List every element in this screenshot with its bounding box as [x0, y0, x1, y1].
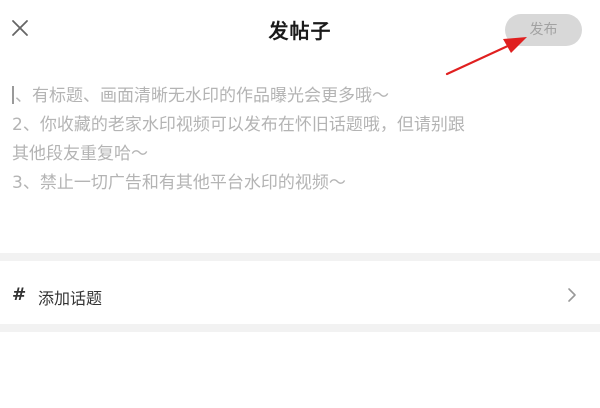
add-topic-label: 添加话题: [38, 289, 103, 308]
chevron-right-icon: [568, 288, 576, 302]
placeholder-line-2: 2、你收藏的老家水印视频可以发布在怀旧话题哦，但请别跟: [12, 115, 465, 135]
app-header: 发帖子 发布: [0, 0, 600, 60]
placeholder-line-4: 3、禁止一切广告和有其他平台水印的视频～: [12, 173, 346, 193]
hash-icon: #: [12, 285, 27, 305]
publish-button[interactable]: 发布: [505, 14, 582, 46]
placeholder-line-3: 其他段友重复哈～: [12, 144, 148, 164]
post-content-textarea[interactable]: 、有标题、画面清晰无水印的作品曝光会更多哦～ 2、你收藏的老家水印视频可以发布在…: [12, 82, 592, 242]
placeholder-line-1: 、有标题、画面清晰无水印的作品曝光会更多哦～: [12, 82, 592, 111]
text-caret: [12, 86, 14, 104]
section-divider: [0, 253, 600, 261]
section-divider: [0, 324, 600, 332]
add-topic-row[interactable]: # 添加话题: [0, 268, 600, 324]
